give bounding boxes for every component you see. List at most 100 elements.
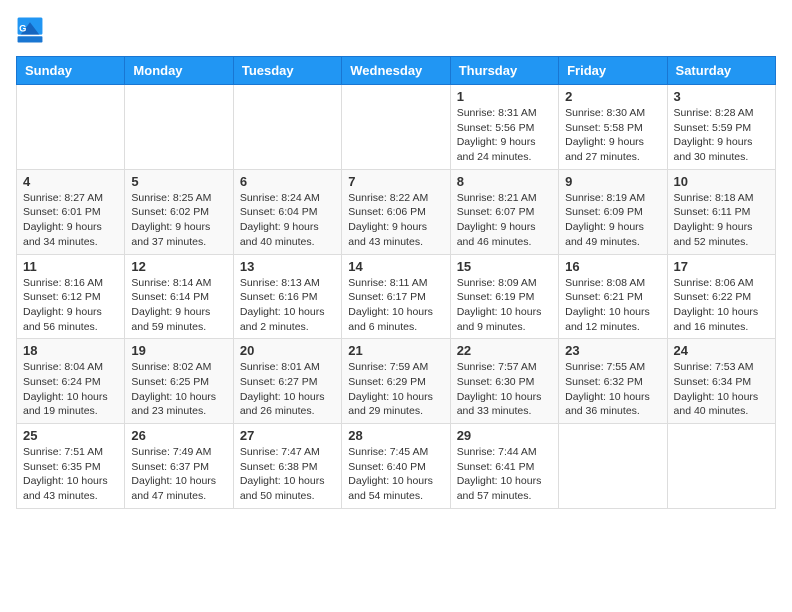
- day-info: Sunrise: 8:09 AM Sunset: 6:19 PM Dayligh…: [457, 276, 552, 335]
- day-number: 11: [23, 259, 118, 274]
- calendar-cell: 19Sunrise: 8:02 AM Sunset: 6:25 PM Dayli…: [125, 339, 233, 424]
- day-info: Sunrise: 7:55 AM Sunset: 6:32 PM Dayligh…: [565, 360, 660, 419]
- calendar-row-1: 1 Sunrise: 8:31 AM Sunset: 5:56 PM Daylig…: [17, 85, 776, 170]
- calendar-cell: 18 Sunrise: 8:04 AM Sunset: 6:24 PM Dayli…: [17, 339, 125, 424]
- day-number: 2: [565, 89, 660, 104]
- day-info: Sunrise: 8:11 AM Sunset: 6:17 PM Dayligh…: [348, 276, 443, 335]
- calendar-cell: 26 Sunrise: 7:49 AM Sunset: 6:37 PM Dayli…: [125, 424, 233, 509]
- calendar-cell: 27 Sunrise: 7:47 AM Sunset: 6:38 PM Dayli…: [233, 424, 341, 509]
- calendar-cell: 3 Sunrise: 8:28 AM Sunset: 5:59 PM Daylig…: [667, 85, 775, 170]
- day-info: Sunrise: 8:06 AM Sunset: 6:22 PM Dayligh…: [674, 276, 769, 335]
- day-info: Sunrise: 7:51 AM Sunset: 6:35 PM Dayligh…: [23, 445, 118, 504]
- calendar-cell: 4 Sunrise: 8:27 AM Sunset: 6:01 PM Daylig…: [17, 169, 125, 254]
- day-info: Sunrise: 7:49 AM Sunset: 6:37 PM Dayligh…: [131, 445, 226, 504]
- calendar-table: SundayMondayTuesdayWednesdayThursdayFrid…: [16, 56, 776, 509]
- calendar-cell: 25 Sunrise: 7:51 AM Sunset: 6:35 PM Dayli…: [17, 424, 125, 509]
- day-number: 20: [240, 343, 335, 358]
- day-info: Sunrise: 8:18 AM Sunset: 6:11 PM Dayligh…: [674, 191, 769, 250]
- calendar-cell: 6 Sunrise: 8:24 AM Sunset: 6:04 PM Daylig…: [233, 169, 341, 254]
- day-number: 4: [23, 174, 118, 189]
- calendar-cell: 16Sunrise: 8:08 AM Sunset: 6:21 PM Dayli…: [559, 254, 667, 339]
- day-info: Sunrise: 8:24 AM Sunset: 6:04 PM Dayligh…: [240, 191, 335, 250]
- column-header-wednesday: Wednesday: [342, 57, 450, 85]
- day-number: 21: [348, 343, 443, 358]
- day-info: Sunrise: 8:22 AM Sunset: 6:06 PM Dayligh…: [348, 191, 443, 250]
- calendar-cell: [342, 85, 450, 170]
- day-number: 25: [23, 428, 118, 443]
- day-number: 18: [23, 343, 118, 358]
- calendar-cell: [125, 85, 233, 170]
- calendar-cell: [17, 85, 125, 170]
- day-number: 26: [131, 428, 226, 443]
- day-info: Sunrise: 8:01 AM Sunset: 6:27 PM Dayligh…: [240, 360, 335, 419]
- calendar-row-3: 11 Sunrise: 8:16 AM Sunset: 6:12 PM Dayli…: [17, 254, 776, 339]
- calendar-cell: 17 Sunrise: 8:06 AM Sunset: 6:22 PM Dayli…: [667, 254, 775, 339]
- calendar-cell: 10 Sunrise: 8:18 AM Sunset: 6:11 PM Dayli…: [667, 169, 775, 254]
- calendar-cell: [233, 85, 341, 170]
- day-number: 8: [457, 174, 552, 189]
- day-info: Sunrise: 7:44 AM Sunset: 6:41 PM Dayligh…: [457, 445, 552, 504]
- calendar-cell: 22Sunrise: 7:57 AM Sunset: 6:30 PM Dayli…: [450, 339, 558, 424]
- day-info: Sunrise: 8:04 AM Sunset: 6:24 PM Dayligh…: [23, 360, 118, 419]
- calendar-cell: 7 Sunrise: 8:22 AM Sunset: 6:06 PM Daylig…: [342, 169, 450, 254]
- calendar-row-4: 18 Sunrise: 8:04 AM Sunset: 6:24 PM Dayli…: [17, 339, 776, 424]
- day-info: Sunrise: 7:53 AM Sunset: 6:34 PM Dayligh…: [674, 360, 769, 419]
- calendar-cell: 21 Sunrise: 7:59 AM Sunset: 6:29 PM Dayli…: [342, 339, 450, 424]
- calendar-header-row: SundayMondayTuesdayWednesdayThursdayFrid…: [17, 57, 776, 85]
- day-info: Sunrise: 8:31 AM Sunset: 5:56 PM Dayligh…: [457, 106, 552, 165]
- day-info: Sunrise: 7:47 AM Sunset: 6:38 PM Dayligh…: [240, 445, 335, 504]
- day-number: 7: [348, 174, 443, 189]
- day-number: 13: [240, 259, 335, 274]
- day-info: Sunrise: 8:19 AM Sunset: 6:09 PM Dayligh…: [565, 191, 660, 250]
- day-number: 12: [131, 259, 226, 274]
- column-header-friday: Friday: [559, 57, 667, 85]
- calendar-cell: 23 Sunrise: 7:55 AM Sunset: 6:32 PM Dayli…: [559, 339, 667, 424]
- calendar-cell: 15 Sunrise: 8:09 AM Sunset: 6:19 PM Dayli…: [450, 254, 558, 339]
- day-info: Sunrise: 7:59 AM Sunset: 6:29 PM Dayligh…: [348, 360, 443, 419]
- day-number: 10: [674, 174, 769, 189]
- day-info: Sunrise: 8:25 AM Sunset: 6:02 PM Dayligh…: [131, 191, 226, 250]
- calendar-cell: 12 Sunrise: 8:14 AM Sunset: 6:14 PM Dayli…: [125, 254, 233, 339]
- column-header-tuesday: Tuesday: [233, 57, 341, 85]
- day-number: 5: [131, 174, 226, 189]
- calendar-cell: [667, 424, 775, 509]
- calendar-cell: 5 Sunrise: 8:25 AM Sunset: 6:02 PM Daylig…: [125, 169, 233, 254]
- calendar-cell: 29Sunrise: 7:44 AM Sunset: 6:41 PM Dayli…: [450, 424, 558, 509]
- day-number: 24: [674, 343, 769, 358]
- svg-text:G: G: [19, 24, 26, 34]
- day-number: 23: [565, 343, 660, 358]
- day-number: 15: [457, 259, 552, 274]
- day-info: Sunrise: 8:27 AM Sunset: 6:01 PM Dayligh…: [23, 191, 118, 250]
- day-info: Sunrise: 8:16 AM Sunset: 6:12 PM Dayligh…: [23, 276, 118, 335]
- day-number: 17: [674, 259, 769, 274]
- day-info: Sunrise: 8:14 AM Sunset: 6:14 PM Dayligh…: [131, 276, 226, 335]
- column-header-saturday: Saturday: [667, 57, 775, 85]
- logo: G: [16, 16, 48, 44]
- calendar-cell: 24 Sunrise: 7:53 AM Sunset: 6:34 PM Dayli…: [667, 339, 775, 424]
- day-info: Sunrise: 7:45 AM Sunset: 6:40 PM Dayligh…: [348, 445, 443, 504]
- calendar-cell: 28 Sunrise: 7:45 AM Sunset: 6:40 PM Dayli…: [342, 424, 450, 509]
- logo-icon: G: [16, 16, 44, 44]
- calendar-cell: 1 Sunrise: 8:31 AM Sunset: 5:56 PM Daylig…: [450, 85, 558, 170]
- calendar-cell: 11 Sunrise: 8:16 AM Sunset: 6:12 PM Dayli…: [17, 254, 125, 339]
- calendar-cell: 9 Sunrise: 8:19 AM Sunset: 6:09 PM Daylig…: [559, 169, 667, 254]
- day-number: 28: [348, 428, 443, 443]
- day-number: 27: [240, 428, 335, 443]
- day-info: Sunrise: 8:30 AM Sunset: 5:58 PM Dayligh…: [565, 106, 660, 165]
- day-number: 16: [565, 259, 660, 274]
- day-number: 19: [131, 343, 226, 358]
- day-number: 9: [565, 174, 660, 189]
- calendar-cell: 2 Sunrise: 8:30 AM Sunset: 5:58 PM Daylig…: [559, 85, 667, 170]
- calendar-cell: 14Sunrise: 8:11 AM Sunset: 6:17 PM Dayli…: [342, 254, 450, 339]
- calendar-cell: 20 Sunrise: 8:01 AM Sunset: 6:27 PM Dayli…: [233, 339, 341, 424]
- calendar-cell: 13Sunrise: 8:13 AM Sunset: 6:16 PM Dayli…: [233, 254, 341, 339]
- day-info: Sunrise: 8:28 AM Sunset: 5:59 PM Dayligh…: [674, 106, 769, 165]
- day-number: 1: [457, 89, 552, 104]
- day-number: 22: [457, 343, 552, 358]
- day-number: 3: [674, 89, 769, 104]
- day-info: Sunrise: 8:21 AM Sunset: 6:07 PM Dayligh…: [457, 191, 552, 250]
- calendar-cell: 8 Sunrise: 8:21 AM Sunset: 6:07 PM Daylig…: [450, 169, 558, 254]
- day-number: 6: [240, 174, 335, 189]
- column-header-sunday: Sunday: [17, 57, 125, 85]
- calendar-row-5: 25 Sunrise: 7:51 AM Sunset: 6:35 PM Dayli…: [17, 424, 776, 509]
